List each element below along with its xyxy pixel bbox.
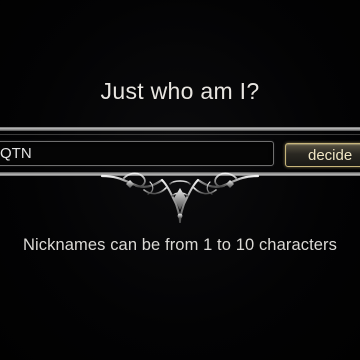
- nickname-dialog: Just who am I? decide: [0, 0, 360, 360]
- nickname-input[interactable]: [0, 141, 274, 166]
- frame-top-divider: [0, 127, 360, 131]
- decide-button[interactable]: decide: [285, 143, 360, 167]
- ornate-silver-filigree-icon: [100, 172, 260, 223]
- frame-top-divider-inner: [0, 134, 360, 135]
- nickname-length-hint: Nicknames can be from 1 to 10 characters: [23, 236, 337, 254]
- dialog-title: Just who am I?: [100, 78, 260, 104]
